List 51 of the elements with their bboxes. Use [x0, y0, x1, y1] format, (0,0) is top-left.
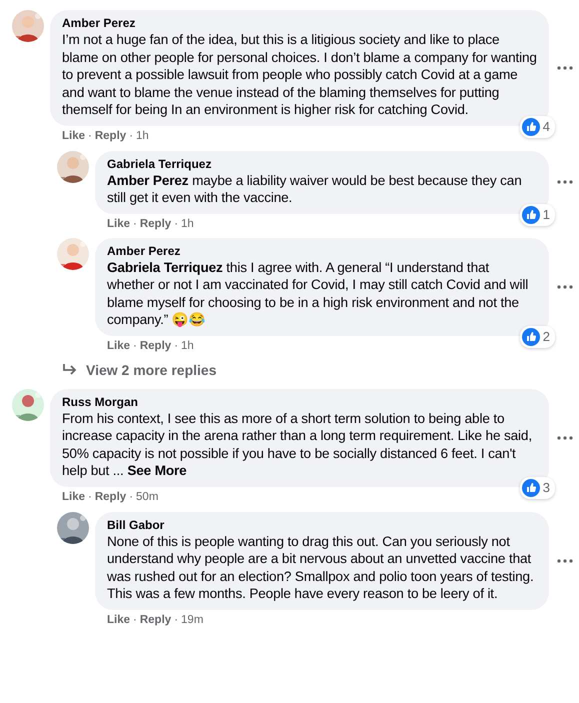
comment-author[interactable]: Amber Perez	[62, 16, 537, 31]
comment-time[interactable]: 1h	[181, 338, 194, 352]
reply-link[interactable]: Reply	[94, 490, 126, 504]
separator: ·	[88, 490, 92, 504]
reaction-count: 3	[520, 476, 555, 498]
comment-author[interactable]: Gabriela Terriquez	[107, 156, 537, 172]
more-options-icon[interactable]	[557, 284, 573, 288]
separator: ·	[133, 612, 137, 626]
like-link[interactable]: Like	[62, 490, 86, 504]
separator: ·	[129, 128, 134, 142]
comment-author[interactable]: Bill Gabor	[107, 518, 537, 532]
like-link[interactable]: Like	[107, 338, 130, 352]
more-options-icon[interactable]	[557, 66, 573, 70]
comment-time[interactable]: 1h	[136, 128, 149, 142]
reply-link[interactable]: Reply	[140, 216, 172, 230]
reply-link[interactable]: Reply	[140, 612, 172, 626]
reaction-count: 1	[520, 204, 555, 226]
more-options-icon[interactable]	[557, 558, 573, 562]
reply-arrow-icon	[62, 363, 78, 377]
separator: ·	[129, 490, 134, 504]
reaction-count: 2	[520, 326, 555, 348]
separator: ·	[133, 216, 137, 230]
like-link[interactable]: Like	[62, 128, 86, 142]
comment-author[interactable]: Russ Morgan	[62, 394, 537, 410]
like-icon	[522, 118, 540, 136]
like-icon	[522, 206, 540, 224]
see-more-link[interactable]: See More	[127, 463, 187, 478]
comment-text: Gabriela Terriquez this I agree with. A general “I understand that whether or not I am vaccinated for Covid, I may still catch Covid and will blame myself for choosing to be in a high risk environment and not the company.” 😜😂	[107, 258, 530, 328]
separator: ·	[174, 216, 178, 230]
comment-time[interactable]: 1h	[181, 216, 194, 230]
reply-link[interactable]: Reply	[140, 338, 172, 352]
separator: ·	[88, 128, 92, 142]
comment-text: I’m not a huge fan of the idea, but this is a litigious society and like to place blame on other people for personal choices. I don’t blame a company for wanting to prevent a possible lawsuit from people who possibly catch Covid at a game and want to blame the venue instead of the blaming themselves for putting themself for being In an environment is higher risk for catching Covid.	[62, 31, 537, 118]
comment-time[interactable]: 50m	[136, 490, 158, 504]
reaction-count: 4	[520, 116, 555, 138]
comment-author[interactable]: Amber Perez	[107, 244, 537, 258]
more-options-icon[interactable]	[557, 436, 573, 440]
like-icon	[522, 478, 540, 496]
separator: ·	[174, 338, 178, 352]
comment-time[interactable]: 19m	[181, 612, 204, 626]
like-link[interactable]: Like	[107, 216, 130, 230]
comment-text: None of this is people wanting to drag this out. Can you seriously not understand why people are a bit nervous about an unvetted vaccine that was rushed out for an election? Smallpox and polio toon years of testing. This was a few months. People have every reason to be leery of it.	[107, 532, 535, 602]
view-more-replies-link[interactable]: View 2 more replies	[86, 360, 216, 380]
more-options-icon[interactable]	[557, 180, 573, 184]
comment-text: From his context, I see this as more of a short term solution to being able to increase capacity in the arena rather than a long term requirement. Like he said, 50% capacity is not possible if you have to be socially distanced 6 feet. I can't help but ... See More	[62, 410, 533, 480]
separator: ·	[174, 612, 178, 626]
like-link[interactable]: Like	[107, 612, 130, 626]
reply-link[interactable]: Reply	[94, 128, 126, 142]
separator: ·	[133, 338, 137, 352]
comment-text: Amber Perez maybe a liability waiver would be best because they can still get it even with the vaccine.	[107, 172, 523, 206]
like-icon	[522, 328, 540, 346]
